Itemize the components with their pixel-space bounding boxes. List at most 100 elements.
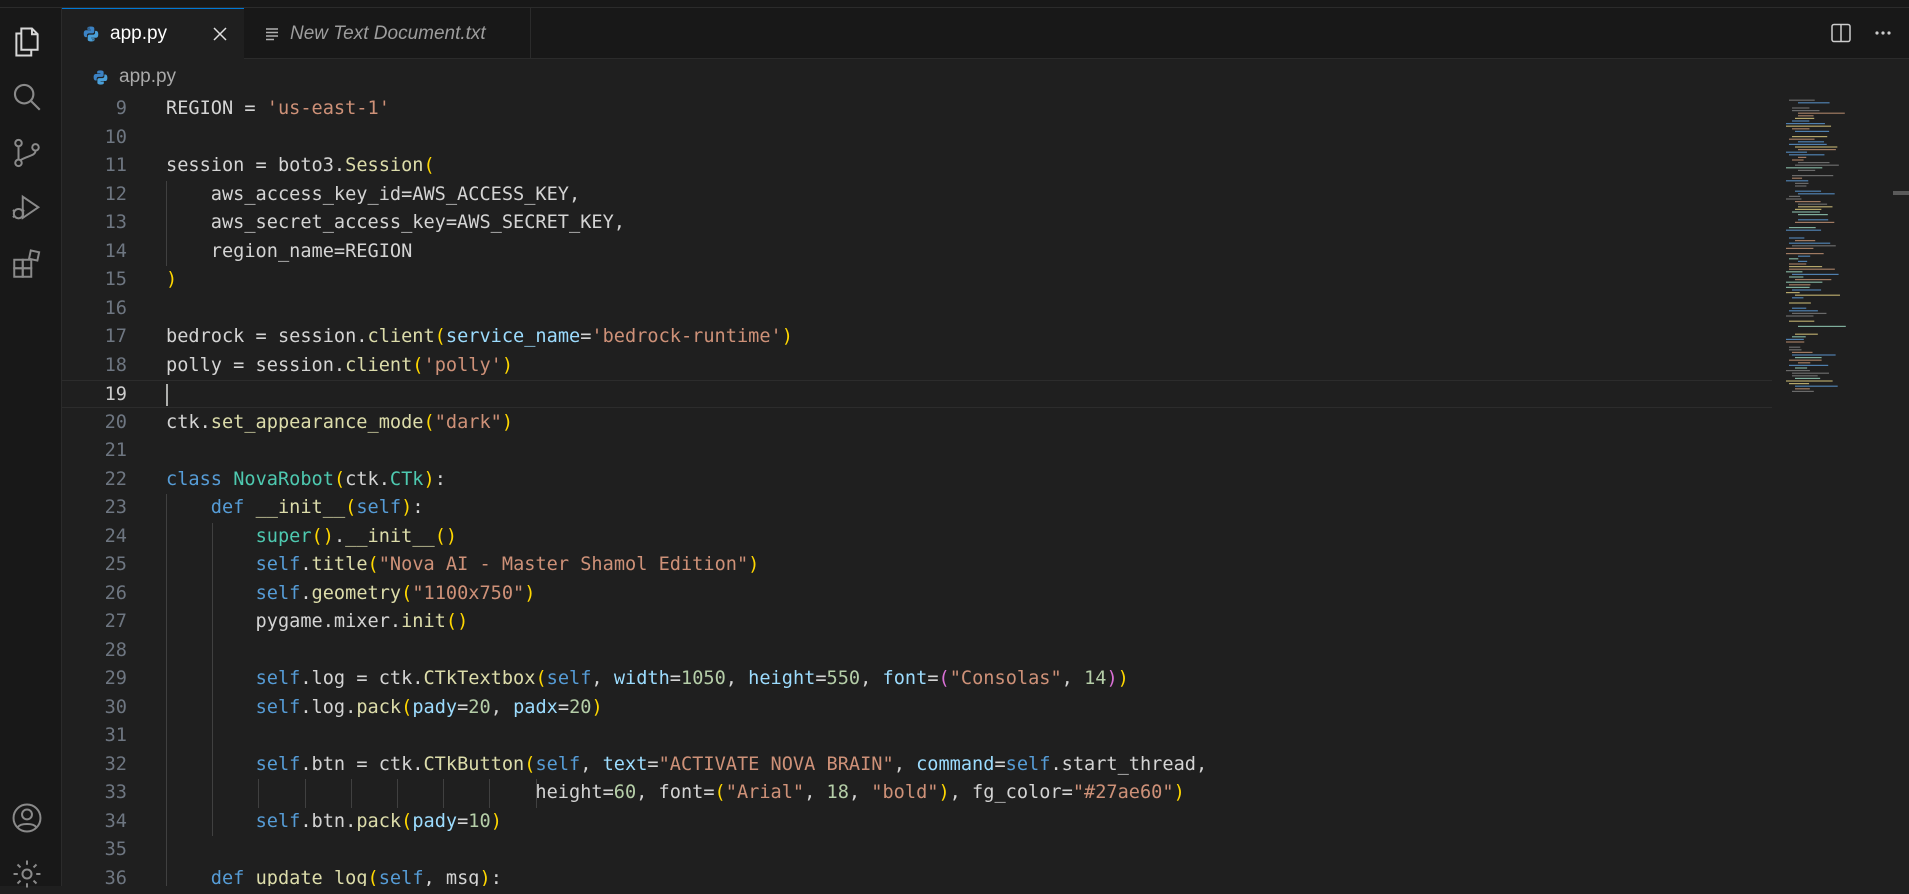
- minimap-line: [1792, 390, 1814, 392]
- explorer-icon[interactable]: [7, 22, 47, 62]
- code-text: self.log = ctk.CTkTextbox(self, width=10…: [255, 668, 1129, 689]
- minimap-line: [1789, 268, 1835, 270]
- minimap-line: [1786, 125, 1832, 127]
- minimap-line: [1795, 367, 1808, 369]
- minimap-line: [1789, 276, 1804, 278]
- run-debug-icon[interactable]: [7, 188, 47, 228]
- minimap[interactable]: [1772, 95, 1909, 886]
- minimap-line: [1795, 221, 1835, 223]
- settings-icon[interactable]: [7, 854, 47, 894]
- code-editor[interactable]: 9 REGION = 'us-east-1' 10 11 session = boto3…: [62, 95, 1772, 886]
- code-line[interactable]: 34 self.btn.pack(pady=10): [62, 808, 1772, 836]
- code-line[interactable]: 9 REGION = 'us-east-1': [62, 95, 1772, 123]
- code-text: self.log.pack(pady=20, padx=20): [255, 696, 603, 718]
- minimap-line: [1795, 388, 1810, 390]
- code-line[interactable]: 33 height=60, font=("Arial", 18, "bold")…: [62, 779, 1772, 807]
- indent-guide: [258, 779, 260, 808]
- scrollbar-thumb[interactable]: [1893, 191, 1909, 195]
- code-line[interactable]: 24 super().__init__(): [62, 523, 1772, 551]
- minimap-line: [1795, 385, 1838, 387]
- minimap-line: [1789, 258, 1799, 260]
- line-number: 26: [104, 582, 127, 604]
- code-text: session = boto3.Session(: [166, 155, 435, 176]
- code-line[interactable]: 32 self.btn = ctk.CTkButton(self, text="…: [62, 751, 1772, 779]
- line-number: 21: [104, 440, 127, 461]
- code-line[interactable]: 22 class NovaRobot(ctk.CTk):: [62, 466, 1772, 494]
- code-line[interactable]: 23 def __init__(self):: [62, 494, 1772, 522]
- code-line[interactable]: 28: [62, 637, 1772, 665]
- line-number: 12: [104, 183, 127, 205]
- python-icon: [82, 25, 100, 43]
- line-number: 19: [104, 384, 127, 405]
- tab-bar: app.py New Text Document.txt: [62, 8, 1909, 59]
- minimap-line: [1798, 156, 1807, 158]
- code-line[interactable]: 14 region_name=REGION: [62, 238, 1772, 266]
- minimap-line: [1786, 341, 1805, 343]
- minimap-line: [1786, 370, 1810, 372]
- minimap-line: [1786, 271, 1803, 273]
- breadcrumb-file[interactable]: app.py: [119, 66, 176, 88]
- code-line[interactable]: 30 self.log.pack(pady=20, padx=20): [62, 694, 1772, 722]
- code-line[interactable]: 27 pygame.mixer.init(): [62, 608, 1772, 636]
- extensions-icon[interactable]: [7, 244, 47, 284]
- code-text: self.btn = ctk.CTkButton(self, text="ACT…: [255, 753, 1208, 775]
- minimap-line: [1789, 242, 1831, 244]
- minimap-line: [1792, 375, 1818, 377]
- tab-new-text-document[interactable]: New Text Document.txt: [244, 8, 531, 59]
- minimap-line: [1789, 263, 1807, 265]
- code-line[interactable]: 15): [62, 266, 1772, 294]
- minimap-line: [1795, 208, 1822, 210]
- minimap-line: [1795, 164, 1839, 166]
- source-control-icon[interactable]: [7, 133, 47, 173]
- minimap-line: [1786, 167, 1823, 169]
- code-line[interactable]: 21: [62, 437, 1772, 465]
- code-line[interactable]: 10: [62, 124, 1772, 152]
- breadcrumb: app.py: [62, 59, 1909, 95]
- code-line[interactable]: 18 polly = session.client('polly'): [62, 352, 1772, 380]
- code-line[interactable]: 35: [62, 836, 1772, 864]
- split-editor-icon[interactable]: [1829, 21, 1853, 45]
- account-icon[interactable]: [7, 798, 47, 838]
- code-line[interactable]: 29 self.log = ctk.CTkTextbox(self, width…: [62, 665, 1772, 693]
- line-number: 9: [115, 98, 127, 119]
- minimap-line: [1789, 349, 1802, 351]
- tab-app-py[interactable]: app.py: [62, 8, 244, 59]
- indent-guide: [166, 494, 167, 886]
- minimap-line: [1789, 99, 1815, 101]
- minimap-line: [1786, 247, 1814, 249]
- code-line[interactable]: 31: [62, 722, 1772, 750]
- code-line[interactable]: 20 ctk.set_appearance_mode("dark"): [62, 409, 1772, 437]
- code-line[interactable]: 26 self.geometry("1100x750"): [62, 580, 1772, 608]
- indent-guide: [212, 522, 214, 836]
- minimap-line: [1792, 211, 1820, 213]
- code-line[interactable]: 12 aws_access_key_id=AWS_ACCESS_KEY,: [62, 181, 1772, 209]
- minimap-line: [1798, 255, 1811, 257]
- code-line[interactable]: 36 def update_log(self, msg):: [62, 865, 1772, 887]
- code-line[interactable]: 17 bedrock = session.client(service_name=…: [62, 323, 1772, 351]
- minimap-line: [1786, 286, 1810, 288]
- minimap-line: [1792, 136, 1828, 138]
- minimap-line: [1789, 266, 1823, 268]
- line-number: 13: [104, 212, 127, 233]
- code-line[interactable]: 25 self.title("Nova AI - Master Shamol E…: [62, 551, 1772, 579]
- minimap-line: [1798, 325, 1846, 327]
- code-line[interactable]: 11 session = boto3.Session(: [62, 152, 1772, 180]
- code-text: def update_log(self, msg):: [210, 867, 502, 887]
- indent-guide: [535, 779, 537, 808]
- close-icon[interactable]: [208, 22, 232, 46]
- line-number: 30: [104, 696, 127, 718]
- code-line[interactable]: 19: [62, 380, 1772, 408]
- minimap-line: [1789, 227, 1816, 229]
- line-number: 29: [104, 668, 127, 689]
- more-actions-icon[interactable]: [1871, 21, 1895, 45]
- code-line[interactable]: 13 aws_secret_access_key=AWS_SECRET_KEY,: [62, 209, 1772, 237]
- line-number: 10: [104, 126, 127, 148]
- line-number: 27: [104, 611, 127, 632]
- minimap-line: [1798, 219, 1829, 221]
- code-line[interactable]: 16: [62, 295, 1772, 323]
- minimap-line: [1789, 143, 1827, 145]
- search-icon[interactable]: [7, 77, 47, 117]
- minimap-line: [1798, 149, 1836, 151]
- code-text: class NovaRobot(ctk.CTk):: [166, 468, 446, 490]
- minimap-line: [1786, 315, 1814, 317]
